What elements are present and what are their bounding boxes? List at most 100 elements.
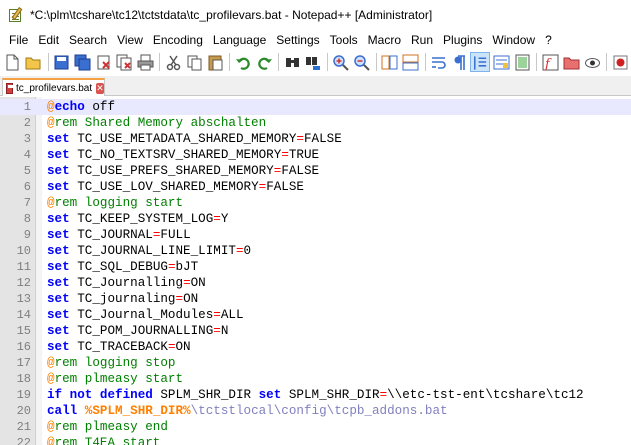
token-lbl: @ xyxy=(47,436,55,445)
token-kw: if not defined xyxy=(47,388,153,402)
udl-button[interactable] xyxy=(491,52,511,72)
token-txt: Y xyxy=(220,212,229,226)
close-button[interactable] xyxy=(94,52,114,72)
code-line[interactable]: 9 set TC_JOURNAL=FULL xyxy=(0,227,631,243)
menu-run[interactable]: Run xyxy=(406,31,438,49)
code-line[interactable]: 7 @rem logging start xyxy=(0,195,631,211)
token-txt: ON xyxy=(183,292,199,306)
code-line[interactable]: 13 set TC_journaling=ON xyxy=(0,291,631,307)
function-list-icon: f xyxy=(542,54,559,72)
sync-horizontal-button[interactable] xyxy=(401,52,421,72)
menu-view[interactable]: View xyxy=(112,31,148,49)
tab-tc-profilevars[interactable]: tc_profilevars.bat ✕ xyxy=(2,78,105,96)
code-line[interactable]: 16 set TC_TRACEBACK=ON xyxy=(0,339,631,355)
find-button[interactable] xyxy=(282,52,302,72)
code-line[interactable]: 2 @rem Shared Memory abschalten xyxy=(0,115,631,131)
token-kw: set xyxy=(47,132,70,146)
sync-vertical-icon xyxy=(381,55,398,69)
code-line[interactable]: 21 @rem plmeasy end xyxy=(0,419,631,435)
print-icon xyxy=(137,54,154,70)
close-all-button[interactable] xyxy=(115,52,135,72)
menu-file[interactable]: File xyxy=(4,31,33,49)
code-line[interactable]: 19 if not defined SPLM_SHR_DIR set SPLM_S… xyxy=(0,387,631,403)
menu-plugins[interactable]: Plugins xyxy=(438,31,487,49)
code-line[interactable]: 20 call %SPLM_SHR_DIR%\tctstlocal\config\… xyxy=(0,403,631,419)
record-macro-button[interactable] xyxy=(610,52,630,72)
save-all-button[interactable] xyxy=(73,52,93,72)
record-macro-icon xyxy=(613,55,627,69)
word-wrap-button[interactable] xyxy=(429,52,449,72)
code-line[interactable]: 14 set TC_Journal_Modules=ALL xyxy=(0,307,631,323)
print-button[interactable] xyxy=(136,52,156,72)
menu-window[interactable]: Window xyxy=(487,31,540,49)
line-number: 10 xyxy=(16,244,31,258)
token-txt: TC_USE_METADATA_SHARED_MEMORY xyxy=(69,132,297,146)
token-txt: N xyxy=(220,324,229,338)
folder-workspace-button[interactable] xyxy=(561,52,581,72)
menu-search[interactable]: Search xyxy=(64,31,112,49)
token-cmt: rem plmeasy end xyxy=(54,420,168,434)
menu-encoding[interactable]: Encoding xyxy=(148,31,208,49)
code-line[interactable]: 3 set TC_USE_METADATA_SHARED_MEMORY=FALSE xyxy=(0,131,631,147)
code-line[interactable]: 10 set TC_JOURNAL_LINE_LIMIT=0 xyxy=(0,243,631,259)
code-line[interactable]: 11 set TC_SQL_DEBUG=bJT xyxy=(0,259,631,275)
code-text: set TC_Journalling=ON xyxy=(47,275,206,291)
menu-help[interactable]: ? xyxy=(540,31,557,49)
open-file-button[interactable] xyxy=(24,52,44,72)
code-line[interactable]: 1 @echo off xyxy=(0,99,631,115)
undo-button[interactable] xyxy=(233,52,253,72)
unsaved-file-icon xyxy=(6,82,13,94)
copy-button[interactable] xyxy=(184,52,204,72)
zoom-in-button[interactable] xyxy=(331,52,351,72)
doc-map-button[interactable] xyxy=(512,52,532,72)
code-line[interactable]: 12 set TC_Journalling=ON xyxy=(0,275,631,291)
token-kw: set xyxy=(258,388,282,402)
code-line[interactable]: 8 set TC_KEEP_SYSTEM_LOG=Y xyxy=(0,211,631,227)
code-text: @rem logging stop xyxy=(47,355,175,371)
code-text: call %SPLM_SHR_DIR%\tctstlocal\config\tc… xyxy=(47,403,448,419)
save-button[interactable] xyxy=(52,52,72,72)
sync-vertical-button[interactable] xyxy=(380,52,400,72)
indent-guide-button[interactable] xyxy=(470,52,491,72)
indent-guide-icon xyxy=(474,55,487,70)
token-txt: 0 xyxy=(243,244,252,258)
tab-close-icon[interactable]: ✕ xyxy=(96,82,104,94)
toolbar: f xyxy=(0,50,631,74)
editor-area[interactable]: 1 @echo off 2 @rem Shared Memory abschalten… xyxy=(0,97,631,445)
replace-button[interactable] xyxy=(303,52,323,72)
line-number: 8 xyxy=(23,212,31,226)
code-line[interactable]: 22 @rem T4EA start xyxy=(0,435,631,445)
new-file-button[interactable] xyxy=(3,52,23,72)
function-list-button[interactable]: f xyxy=(540,52,560,72)
cut-button[interactable] xyxy=(163,52,183,72)
menu-edit[interactable]: Edit xyxy=(33,31,64,49)
code-line[interactable]: 4 set TC_NO_TEXTSRV_SHARED_MEMORY=TRUE xyxy=(0,147,631,163)
folder-workspace-icon xyxy=(563,57,580,69)
monitoring-button[interactable] xyxy=(582,52,602,72)
code-line[interactable]: 18 @rem plmeasy start xyxy=(0,371,631,387)
token-txt: off xyxy=(84,100,116,114)
line-number: 7 xyxy=(23,196,31,210)
menu-tools[interactable]: Tools xyxy=(325,31,363,49)
show-all-chars-button[interactable] xyxy=(450,52,470,72)
doc-map-icon xyxy=(515,54,530,70)
paste-button[interactable] xyxy=(205,52,225,72)
code-text: set TC_SQL_DEBUG=bJT xyxy=(47,259,198,275)
token-txt: TC_NO_TEXTSRV_SHARED_MEMORY xyxy=(69,148,282,162)
menu-language[interactable]: Language xyxy=(208,31,271,49)
sync-horizontal-icon xyxy=(402,54,419,70)
code-text: set TC_JOURNAL_LINE_LIMIT=0 xyxy=(47,243,251,259)
code-text: set TC_USE_LOV_SHARED_MEMORY=FALSE xyxy=(47,179,304,195)
token-txt: TC_Journalling xyxy=(69,276,184,290)
code-line[interactable]: 6 set TC_USE_LOV_SHARED_MEMORY=FALSE xyxy=(0,179,631,195)
redo-button[interactable] xyxy=(254,52,274,72)
code-line[interactable]: 15 set TC_POM_JOURNALLING=N xyxy=(0,323,631,339)
code-line[interactable]: 5 set TC_USE_PREFS_SHARED_MEMORY=FALSE xyxy=(0,163,631,179)
code-line[interactable]: 17 @rem logging stop xyxy=(0,355,631,371)
zoom-out-button[interactable] xyxy=(352,52,372,72)
code-text: if not defined SPLM_SHR_DIR set SPLM_SHR… xyxy=(47,387,584,403)
menu-macro[interactable]: Macro xyxy=(363,31,406,49)
menu-settings[interactable]: Settings xyxy=(271,31,324,49)
token-txt: FULL xyxy=(160,228,191,242)
token-kw: echo xyxy=(54,100,85,114)
